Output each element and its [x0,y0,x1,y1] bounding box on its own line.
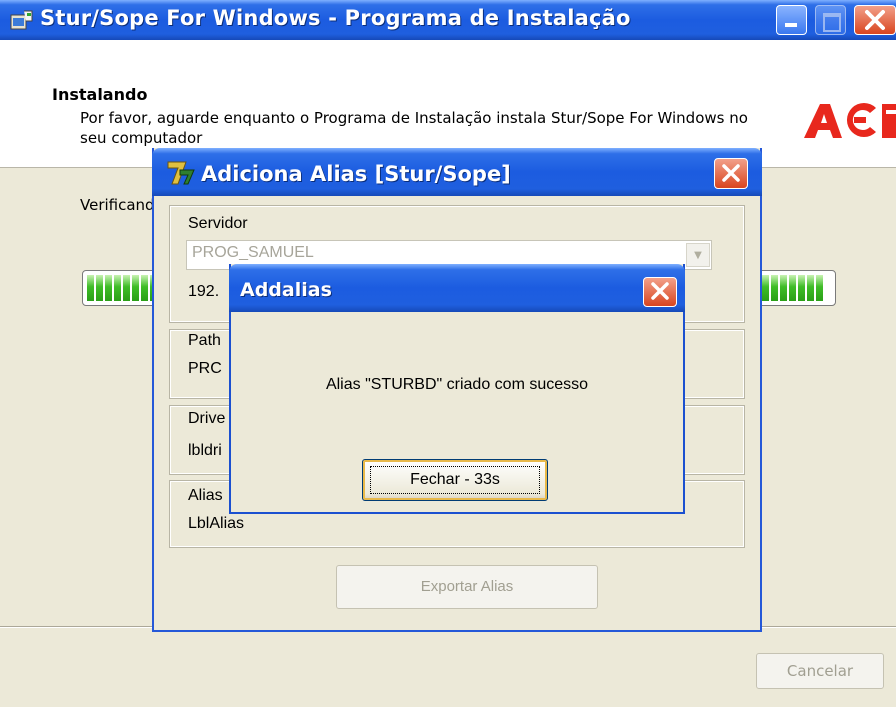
progress-segment [816,275,823,301]
success-message: Alias "STURBD" criado com sucesso [325,376,589,393]
path-label: Path [188,332,221,349]
close-icon [651,282,669,300]
alias-label: Alias [188,487,223,504]
addalias-title: Addalias [240,279,332,301]
export-alias-button: Exportar Alias [336,565,598,609]
progress-segment [762,275,769,301]
server-ip-value: 192. [188,283,220,300]
header-title: Instalando [52,85,148,104]
progress-segment [114,275,121,301]
minimize-button[interactable] [776,5,807,35]
progress-segment [141,275,148,301]
progress-segment [96,275,103,301]
delphi-app-icon [167,161,195,185]
progress-segment [780,275,787,301]
maximize-icon [823,13,841,32]
minimize-icon [785,23,797,27]
progress-segment [807,275,814,301]
fechar-button-label[interactable]: Fechar - 33s [370,466,540,494]
installer-close-button[interactable] [854,5,896,35]
add-alias-title: Adiciona Alias [Stur/Sope] [201,162,511,186]
progress-segment [789,275,796,301]
progress-segment [798,275,805,301]
cancel-button[interactable]: Cancelar [756,653,884,689]
progress-segment [771,275,778,301]
add-alias-close-button[interactable] [714,158,748,189]
addalias-close-button[interactable] [643,277,677,307]
driver-value: lbldri [188,442,222,459]
chevron-down-icon: ▼ [686,243,710,267]
installer-title: Stur/Sope For Windows - Programa de Inst… [40,6,631,30]
server-label: Servidor [188,215,248,232]
alias-value: LblAlias [188,515,245,532]
progress-segment [123,275,130,301]
path-value: PRC [188,360,222,377]
setup-app-icon [10,10,33,30]
server-combobox-value: PROG_SAMUEL [192,244,314,261]
export-alias-label: Exportar Alias [420,578,514,595]
close-icon [722,164,740,182]
maximize-button [815,5,846,35]
close-icon [865,10,885,30]
progress-segment [87,275,94,301]
header-subtitle: Por favor, aguarde enquanto o Programa d… [80,109,748,147]
progress-segment [132,275,139,301]
progress-segment [105,275,112,301]
aci-logo [804,103,896,138]
driver-label: Drive [188,410,226,427]
